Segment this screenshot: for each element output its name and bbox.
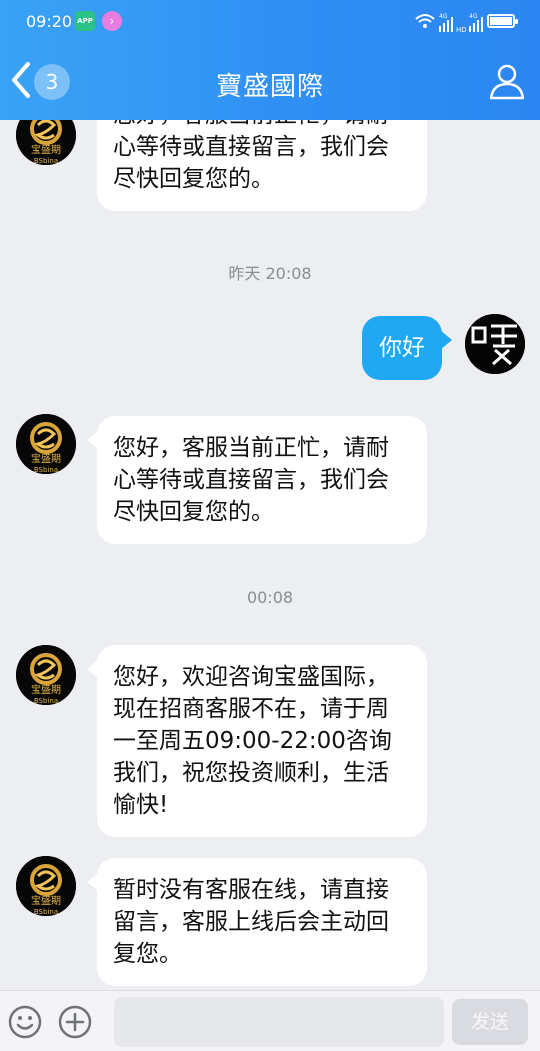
company-logo-avatar[interactable]: 宝盛期 BSbina <box>16 645 76 705</box>
timestamp: 00:08 <box>246 588 294 607</box>
status-bar: 09:20 APP › 4G HD 4G <box>0 0 540 44</box>
message-bubble: 您好，客服当前正忙，请耐心等待或直接留言，我们会尽快回复您的。 <box>87 416 427 544</box>
input-bar: 发送 <box>0 990 540 1051</box>
svg-text:BSbina: BSbina <box>34 157 58 165</box>
nav-bar: 3 寶盛國際 <box>0 44 540 120</box>
user-avatar[interactable] <box>465 314 525 374</box>
svg-text:4G: 4G <box>469 13 478 20</box>
svg-text:BSbina: BSbina <box>34 697 58 705</box>
svg-text:BSbina: BSbina <box>34 908 58 916</box>
company-logo-avatar[interactable]: 宝盛期 BSbina <box>16 856 76 916</box>
svg-text:宝盛期: 宝盛期 <box>31 452 61 465</box>
status-time: 09:20 <box>26 12 73 31</box>
user-icon[interactable] <box>488 62 526 100</box>
user-message-bubble: 你好 <box>362 316 452 380</box>
message-bubble: 您好，欢迎咨询宝盛国际，现在招商客服不在，请于周一至周五09:00-22:00咨… <box>87 645 427 837</box>
battery-icon <box>487 14 518 28</box>
message-input[interactable] <box>114 997 444 1047</box>
svg-text:4G: 4G <box>439 13 448 20</box>
chat-area[interactable]: 宝盛期 BSbina 您好，客服当前正忙，请耐心等待或直接留言，我们会尽快回复您… <box>0 0 540 990</box>
svg-text:BSbina: BSbina <box>34 466 58 474</box>
timestamp: 昨天 20:08 <box>228 264 312 283</box>
app-icon-green: APP <box>75 11 95 31</box>
svg-text:宝盛期: 宝盛期 <box>31 143 61 156</box>
svg-text:宝盛期: 宝盛期 <box>31 894 61 907</box>
app-icon-pink: › <box>102 11 122 31</box>
send-button[interactable]: 发送 <box>452 999 528 1045</box>
company-logo-avatar[interactable]: 宝盛期 BSbina <box>16 414 76 474</box>
page-title: 寶盛國際 <box>215 72 324 102</box>
network-icon: 4G HD 4G <box>415 13 483 34</box>
header-bar: 09:20 APP › 4G HD 4G 3 寶盛國際 <box>0 0 540 120</box>
svg-text:HD: HD <box>456 26 467 34</box>
emoji-icon[interactable] <box>8 1005 42 1039</box>
plus-icon[interactable] <box>58 1005 92 1039</box>
svg-text:宝盛期: 宝盛期 <box>31 683 61 696</box>
message-bubble: 暂时没有客服在线，请直接留言，客服上线后会主动回复您。 <box>87 858 427 986</box>
